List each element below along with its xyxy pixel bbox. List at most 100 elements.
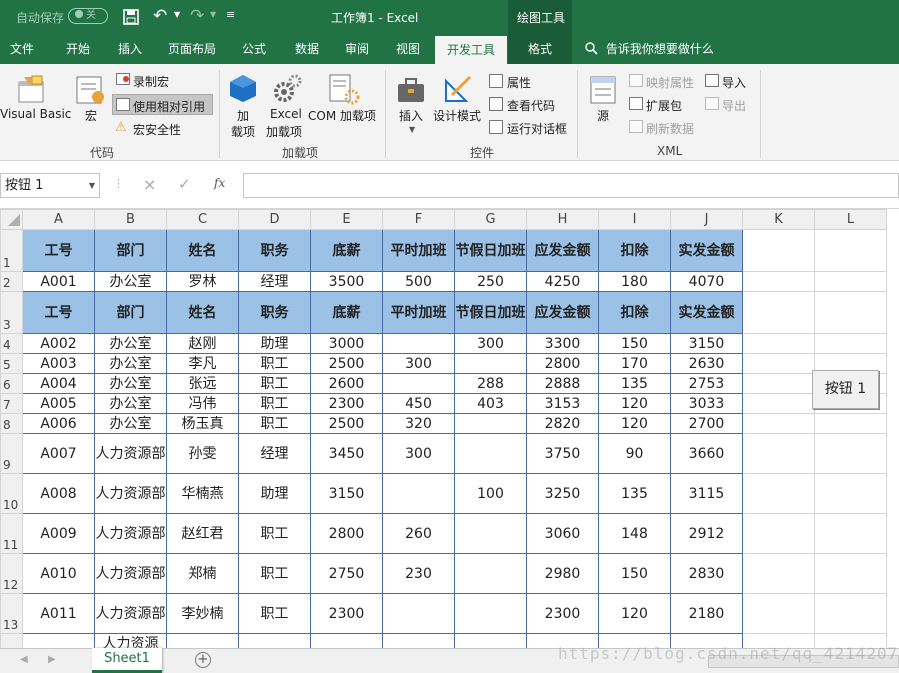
name-box[interactable]: 按钮 1 ▼ — [0, 173, 100, 198]
empty-cell[interactable] — [742, 553, 815, 594]
data-cell[interactable]: 人力资源部 — [94, 473, 167, 514]
empty-cell[interactable] — [814, 593, 887, 634]
empty-cell[interactable] — [742, 593, 815, 634]
data-cell[interactable]: 450 — [382, 393, 455, 414]
column-header[interactable]: I — [598, 209, 671, 230]
data-cell[interactable]: 人力资源部 — [94, 593, 167, 634]
data-cell[interactable]: 2300 — [310, 593, 383, 634]
empty-cell[interactable] — [742, 291, 815, 334]
data-cell[interactable]: A010 — [22, 553, 95, 594]
empty-cell[interactable] — [814, 229, 887, 272]
data-cell[interactable]: 2700 — [670, 413, 743, 434]
row-header[interactable]: 2 — [0, 271, 23, 292]
com-addins-button[interactable]: COM 加载项 — [308, 107, 376, 124]
data-cell[interactable]: 230 — [382, 553, 455, 594]
data-cell[interactable]: 403 — [454, 393, 527, 414]
data-cell[interactable]: 孙雯 — [166, 433, 239, 474]
header-cell[interactable]: 工号 — [22, 291, 95, 334]
undo-dropdown-icon[interactable]: ▼ — [174, 10, 180, 19]
data-cell[interactable]: 人力资源部 — [94, 433, 167, 474]
data-cell[interactable]: 100 — [454, 473, 527, 514]
data-cell[interactable]: 3450 — [310, 433, 383, 474]
tab-format[interactable]: 格式 — [508, 34, 572, 64]
data-cell[interactable]: A009 — [22, 513, 95, 554]
header-cell[interactable]: 部门 — [94, 229, 167, 272]
data-cell[interactable]: 2500 — [310, 353, 383, 374]
empty-cell[interactable] — [814, 333, 887, 354]
empty-cell[interactable] — [742, 373, 815, 394]
column-header[interactable]: C — [166, 209, 239, 230]
row-header[interactable]: 1 — [0, 229, 23, 272]
header-cell[interactable]: 扣除 — [598, 291, 671, 334]
data-cell[interactable]: 2600 — [310, 373, 383, 394]
tab-page-layout[interactable]: 页面布局 — [160, 34, 224, 64]
empty-cell[interactable] — [742, 473, 815, 514]
empty-cell[interactable] — [742, 271, 815, 292]
undo-icon[interactable]: ↶ — [153, 6, 167, 26]
data-cell[interactable] — [166, 633, 239, 648]
import-button[interactable]: 导入 — [722, 74, 746, 91]
data-cell[interactable]: 3115 — [670, 473, 743, 514]
data-cell[interactable] — [454, 633, 527, 648]
data-cell[interactable] — [22, 633, 95, 648]
data-cell[interactable]: 288 — [454, 373, 527, 394]
empty-cell[interactable] — [814, 433, 887, 474]
data-cell[interactable]: 2830 — [670, 553, 743, 594]
data-cell[interactable]: A007 — [22, 433, 95, 474]
redo-icon[interactable]: ↷ — [190, 6, 204, 26]
worksheet-grid[interactable]: A B C D E F G H I J K L 1 工号 部门 姓名 职务 底薪 平时加班 节假日加班 应发金额 扣除 实发… — [0, 209, 899, 648]
data-cell[interactable]: 2500 — [310, 413, 383, 434]
select-all-corner[interactable] — [0, 209, 23, 230]
data-cell[interactable]: 135 — [598, 373, 671, 394]
tab-file[interactable]: 文件 — [0, 34, 44, 64]
row-header[interactable]: 8 — [0, 413, 23, 434]
data-cell[interactable] — [382, 333, 455, 354]
header-cell[interactable]: 应发金额 — [526, 229, 599, 272]
row-header[interactable]: 4 — [0, 333, 23, 354]
data-cell[interactable]: 300 — [382, 433, 455, 474]
data-cell[interactable]: 2800 — [310, 513, 383, 554]
redo-dropdown-icon[interactable]: ▼ — [210, 10, 216, 19]
data-cell[interactable]: 2912 — [670, 513, 743, 554]
enter-icon[interactable]: ✓ — [178, 175, 191, 193]
data-cell[interactable]: 260 — [382, 513, 455, 554]
tab-data[interactable]: 数据 — [285, 34, 329, 64]
run-dialog-button[interactable]: 运行对话框 — [507, 120, 567, 137]
data-cell[interactable]: A006 — [22, 413, 95, 434]
column-header[interactable]: D — [238, 209, 311, 230]
tab-review[interactable]: 审阅 — [335, 34, 379, 64]
empty-cell[interactable] — [742, 433, 815, 474]
data-cell[interactable]: 4070 — [670, 271, 743, 292]
data-cell[interactable]: 2820 — [526, 413, 599, 434]
data-cell[interactable]: 职工 — [238, 373, 311, 394]
row-header[interactable]: 7 — [0, 393, 23, 414]
data-cell[interactable]: 3153 — [526, 393, 599, 414]
header-cell[interactable]: 应发金额 — [526, 291, 599, 334]
data-cell[interactable]: 2753 — [670, 373, 743, 394]
data-cell[interactable]: 职工 — [238, 513, 311, 554]
data-cell[interactable]: 150 — [598, 553, 671, 594]
row-header[interactable]: 13 — [0, 593, 23, 634]
export-button[interactable]: 导出 — [722, 97, 746, 114]
header-cell[interactable]: 节假日加班 — [454, 291, 527, 334]
data-cell[interactable]: 2180 — [670, 593, 743, 634]
form-control-button[interactable]: 按钮 1 — [812, 370, 879, 409]
data-cell[interactable] — [454, 513, 527, 554]
header-cell[interactable]: 姓名 — [166, 291, 239, 334]
data-cell[interactable]: A011 — [22, 593, 95, 634]
data-cell[interactable]: 3750 — [526, 433, 599, 474]
relative-reference-button[interactable]: 使用相对引用 — [112, 94, 213, 115]
macros-button[interactable]: 宏 — [85, 107, 97, 124]
empty-cell[interactable] — [814, 513, 887, 554]
map-properties-button[interactable]: 映射属性 — [646, 74, 694, 91]
save-icon[interactable] — [123, 9, 139, 25]
tab-insert[interactable]: 插入 — [108, 34, 152, 64]
data-cell[interactable]: 李妙楠 — [166, 593, 239, 634]
empty-cell[interactable] — [742, 513, 815, 554]
header-cell[interactable]: 部门 — [94, 291, 167, 334]
empty-cell[interactable] — [814, 553, 887, 594]
header-cell[interactable]: 实发金额 — [670, 291, 743, 334]
header-cell[interactable]: 底薪 — [310, 229, 383, 272]
macro-security-button[interactable]: 宏安全性 — [133, 121, 181, 138]
data-cell[interactable]: 2300 — [310, 393, 383, 414]
